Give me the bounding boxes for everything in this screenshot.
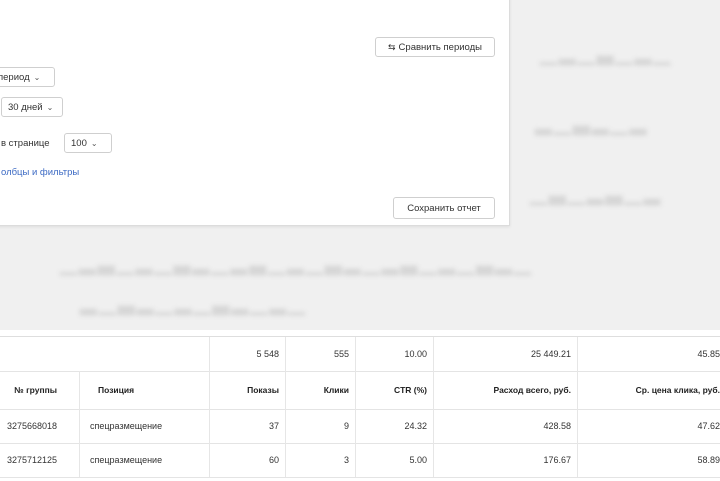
- table-header-row: № группы Позиция Показы Клики CTR (%) Ра…: [0, 371, 720, 410]
- chevron-down-icon: ⌄: [90, 138, 98, 148]
- position-cell: спецразмещение: [80, 409, 210, 443]
- period-select-value: период: [0, 71, 30, 83]
- column-header-avg-cpc[interactable]: Ср. цена клика, руб.: [578, 371, 720, 409]
- ctr-cell: 24.32: [356, 409, 434, 443]
- total-avg-cpc: 45.85: [697, 349, 720, 359]
- days-select-value: 30 дней: [8, 101, 43, 113]
- column-header-group-id[interactable]: № группы: [0, 371, 80, 409]
- blurred-background-text: ▂▁▃▂▁▂▁▃▂▁▂▁: [80, 290, 308, 315]
- save-report-label: Сохранить отчет: [407, 202, 481, 214]
- column-header-ctr[interactable]: CTR (%): [356, 371, 434, 409]
- report-settings-panel: ⇆ Сравнить периоды период ⌄ 30 дней ⌄ в …: [0, 0, 510, 226]
- rows-per-page-label: в странице: [1, 138, 50, 149]
- table-row: 3275712125 спецразмещение 60 3 5.00 176.…: [0, 443, 720, 478]
- impressions-cell: 37: [210, 409, 286, 443]
- spend-cell: 428.58: [434, 409, 578, 443]
- blurred-background-text: ▂▁▃▂▁▂: [535, 110, 649, 135]
- total-spend: 25 449.21: [434, 337, 578, 371]
- totals-label-cell: [0, 337, 210, 371]
- clicks-cell: 3: [286, 443, 356, 477]
- impressions-cell: 60: [210, 443, 286, 477]
- report-table: 5 548 555 10.00 25 449.21 45.85 № группы…: [0, 336, 720, 481]
- position-cell: спецразмещение: [80, 443, 210, 477]
- period-select[interactable]: период ⌄: [0, 67, 55, 87]
- compare-periods-label: Сравнить периоды: [398, 41, 482, 53]
- compare-periods-button[interactable]: ⇆ Сравнить периоды: [375, 37, 495, 57]
- rows-per-page-value: 100: [71, 137, 87, 149]
- clicks-cell: 9: [286, 409, 356, 443]
- total-clicks: 555: [286, 337, 356, 371]
- blurred-background-text: ▁▂▁▃▁▂▁: [540, 40, 673, 65]
- column-header-spend[interactable]: Расход всего, руб.: [434, 371, 578, 409]
- columns-filters-link[interactable]: олбцы и фильтры: [1, 167, 79, 178]
- save-report-button[interactable]: Сохранить отчет: [393, 197, 495, 219]
- days-select[interactable]: 30 дней ⌄: [1, 97, 63, 117]
- group-id-cell: 3275668018: [0, 409, 80, 443]
- total-impressions: 5 548: [210, 337, 286, 371]
- column-header-position[interactable]: Позиция: [80, 371, 210, 409]
- rows-per-page-select[interactable]: 100 ⌄: [64, 133, 112, 153]
- group-id-cell: 3275712125: [0, 443, 80, 477]
- avg-cpc-cell: 58.89: [697, 455, 720, 465]
- blurred-background-text: ▁▃▁▂▃▁▂: [530, 180, 663, 205]
- spend-cell: 176.67: [434, 443, 578, 477]
- column-header-impressions[interactable]: Показы: [210, 371, 286, 409]
- totals-row: 5 548 555 10.00 25 449.21 45.85: [0, 337, 720, 372]
- chevron-down-icon: ⌄: [46, 102, 54, 112]
- table-row: 3275668018 спецразмещение 37 9 24.32 428…: [0, 409, 720, 444]
- blurred-background-text: ▁▂▃▁▂▁▃▂▁▂▃▁▂▁▃▂▁▂▃▁▂▁▃▂▁: [60, 250, 533, 275]
- ctr-cell: 5.00: [356, 443, 434, 477]
- total-ctr: 10.00: [356, 337, 434, 371]
- avg-cpc-cell: 47.62: [697, 421, 720, 431]
- column-header-clicks[interactable]: Клики: [286, 371, 356, 409]
- chevron-down-icon: ⌄: [33, 72, 41, 82]
- compare-icon: ⇆: [388, 41, 396, 52]
